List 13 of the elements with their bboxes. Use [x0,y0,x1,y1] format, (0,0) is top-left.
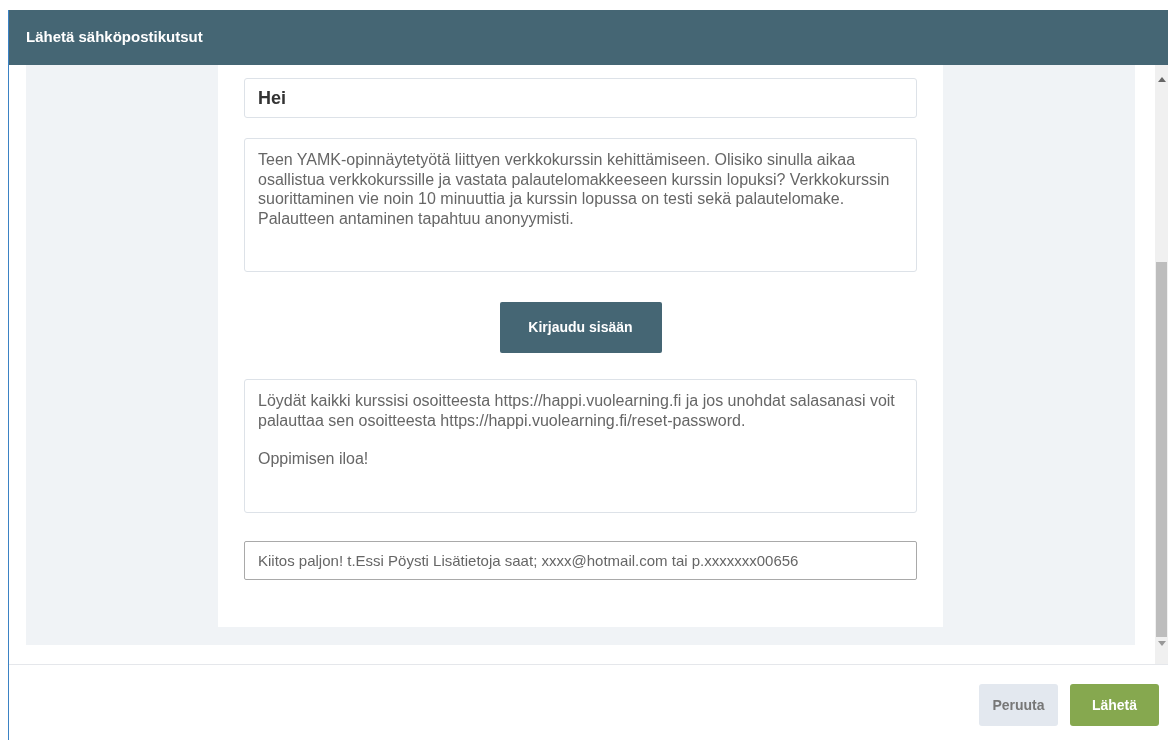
scroll-thumb[interactable] [1156,262,1167,637]
scroll-up-icon[interactable] [1157,77,1166,82]
info-paragraph: Löydät kaikki kurssisi osoitteesta https://happi.vuolearning.fi ja jos unohdat salasanasi voit palauttaa sen osoitteesta https://happi.vuolearning.fi/reset-password. [258,391,896,430]
scrollbar[interactable] [1155,65,1168,664]
info-paragraph: Oppimisen iloa! [258,449,370,469]
greeting-field[interactable]: Hei [244,78,917,118]
scroll-down-icon[interactable] [1157,641,1166,646]
dialog-title: Lähetä sähköpostikutsut [26,27,203,48]
signature-field[interactable]: Kiitos paljon! t.Essi Pöysti Lisätietoja saat; xxxx@hotmail.com tai p.xxxxxxx00656 [244,541,917,580]
intro-text-field[interactable]: Teen YAMK-opinnäytetyötä liittyen verkkokurssin kehittämiseen. Olisiko sinulla aikaa osallistua verkkokurssille ja vastata palautelomakkeeseen kurssin lopuksi? Verkkokurssin suorittaminen vie noin 10 minuuttia ja kurssin lopussa on testi sekä palautelomake. Palautteen antaminen tapahtuu anonyymisti. [244,138,917,272]
login-button[interactable]: Kirjaudu sisään [499,302,662,353]
info-text-field[interactable]: Löydät kaikki kurssisi osoitteesta https://happi.vuolearning.fi ja jos unohdat salasanasi voit palauttaa sen osoitteesta https://happi.vuolearning.fi/reset-password. Oppimisen iloa! [244,379,917,513]
cancel-button[interactable]: Peruuta [979,684,1058,726]
